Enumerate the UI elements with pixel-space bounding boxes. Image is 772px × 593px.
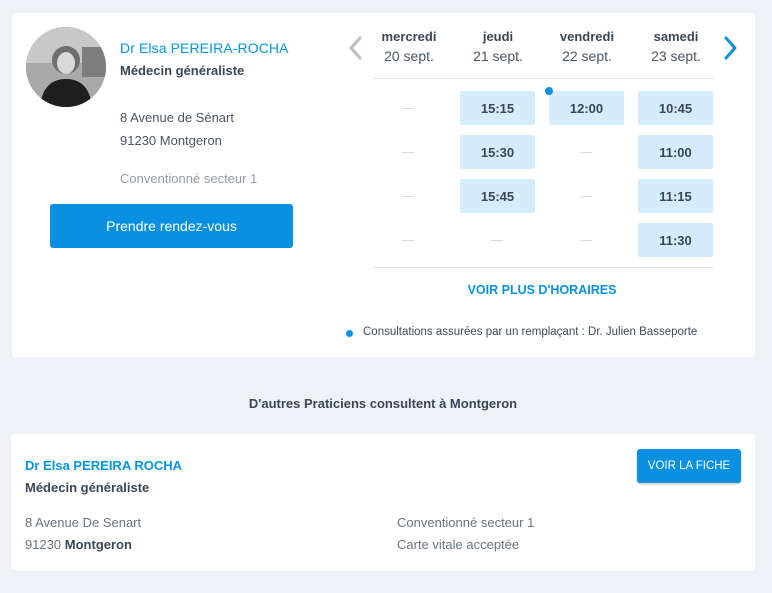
other-address-city: 91230 Montgeron	[25, 537, 132, 552]
other-postcode: 91230	[25, 537, 62, 552]
carte-vitale-status: Carte vitale acceptée	[397, 537, 520, 552]
day-date: 22 sept.	[562, 48, 612, 64]
doctor-specialty: Médecin généraliste	[120, 63, 245, 78]
other-convention-sector: Conventionné secteur 1	[397, 515, 535, 530]
no-slot-dash	[580, 240, 592, 241]
day-name: samedi	[653, 29, 699, 44]
time-slot-button[interactable]: 10:45	[638, 91, 713, 125]
time-slot-button[interactable]: 11:15	[638, 179, 713, 213]
replacement-dot-icon	[346, 330, 353, 337]
other-city: Montgeron	[64, 537, 132, 552]
time-slot-button[interactable]: 15:30	[460, 135, 535, 169]
replacement-note: Consultations assurées par un remplaçant…	[363, 326, 698, 338]
other-address-street: 8 Avenue De Senart	[25, 515, 142, 530]
day-date: 23 sept.	[651, 48, 701, 64]
day-date: 21 sept.	[473, 48, 523, 64]
day-name: mercredi	[381, 29, 437, 44]
day-header-2: vendredi 22 sept.	[547, 29, 627, 64]
time-slot-button[interactable]: 12:00	[549, 91, 624, 125]
day-date: 20 sept.	[384, 48, 434, 64]
no-slot-dash	[402, 108, 414, 109]
calendar-top-divider	[373, 78, 714, 79]
chevron-right-icon[interactable]	[721, 35, 741, 61]
replacement-dot-icon	[545, 87, 553, 95]
doctor-avatar	[26, 27, 106, 107]
calendar-bottom-divider	[373, 267, 714, 268]
no-slot-dash	[580, 196, 592, 197]
no-slot-dash	[402, 196, 414, 197]
time-slot-button[interactable]: 11:00	[638, 135, 713, 169]
other-practitioner-card: Dr Elsa PEREIRA ROCHA Médecin généralist…	[11, 434, 755, 570]
doctor-name-link[interactable]: Dr Elsa PEREIRA-ROCHA	[120, 40, 289, 56]
address-city: 91230 Montgeron	[120, 133, 222, 148]
book-appointment-button[interactable]: Prendre rendez-vous	[50, 204, 293, 248]
no-slot-dash	[402, 152, 414, 153]
convention-sector: Conventionné secteur 1	[120, 171, 258, 186]
doctor-card: Dr Elsa PEREIRA-ROCHA Médecin généralist…	[12, 13, 755, 357]
time-slot-button[interactable]: 11:30	[638, 223, 713, 257]
day-name: jeudi	[482, 29, 514, 44]
day-header-1: jeudi 21 sept.	[458, 29, 538, 64]
other-doctor-name-link[interactable]: Dr Elsa PEREIRA ROCHA	[25, 458, 182, 473]
other-doctor-specialty: Médecin généraliste	[25, 480, 150, 495]
day-header-3: samedi 23 sept.	[636, 29, 716, 64]
day-name: vendredi	[559, 29, 615, 44]
view-profile-button[interactable]: VOIR LA FICHE	[637, 449, 741, 483]
address-street: 8 Avenue de Sénart	[120, 110, 234, 125]
day-header-0: mercredi 20 sept.	[369, 29, 449, 64]
no-slot-dash	[491, 240, 503, 241]
chevron-left-icon[interactable]	[345, 35, 365, 61]
no-slot-dash	[402, 240, 414, 241]
time-slot-button[interactable]: 15:45	[460, 179, 535, 213]
other-practitioners-title: D'autres Praticiens consultent à Montger…	[248, 396, 518, 411]
more-hours-link[interactable]: VOIR PLUS D'HORAIRES	[392, 283, 692, 297]
time-slot-button[interactable]: 15:15	[460, 91, 535, 125]
no-slot-dash	[580, 152, 592, 153]
